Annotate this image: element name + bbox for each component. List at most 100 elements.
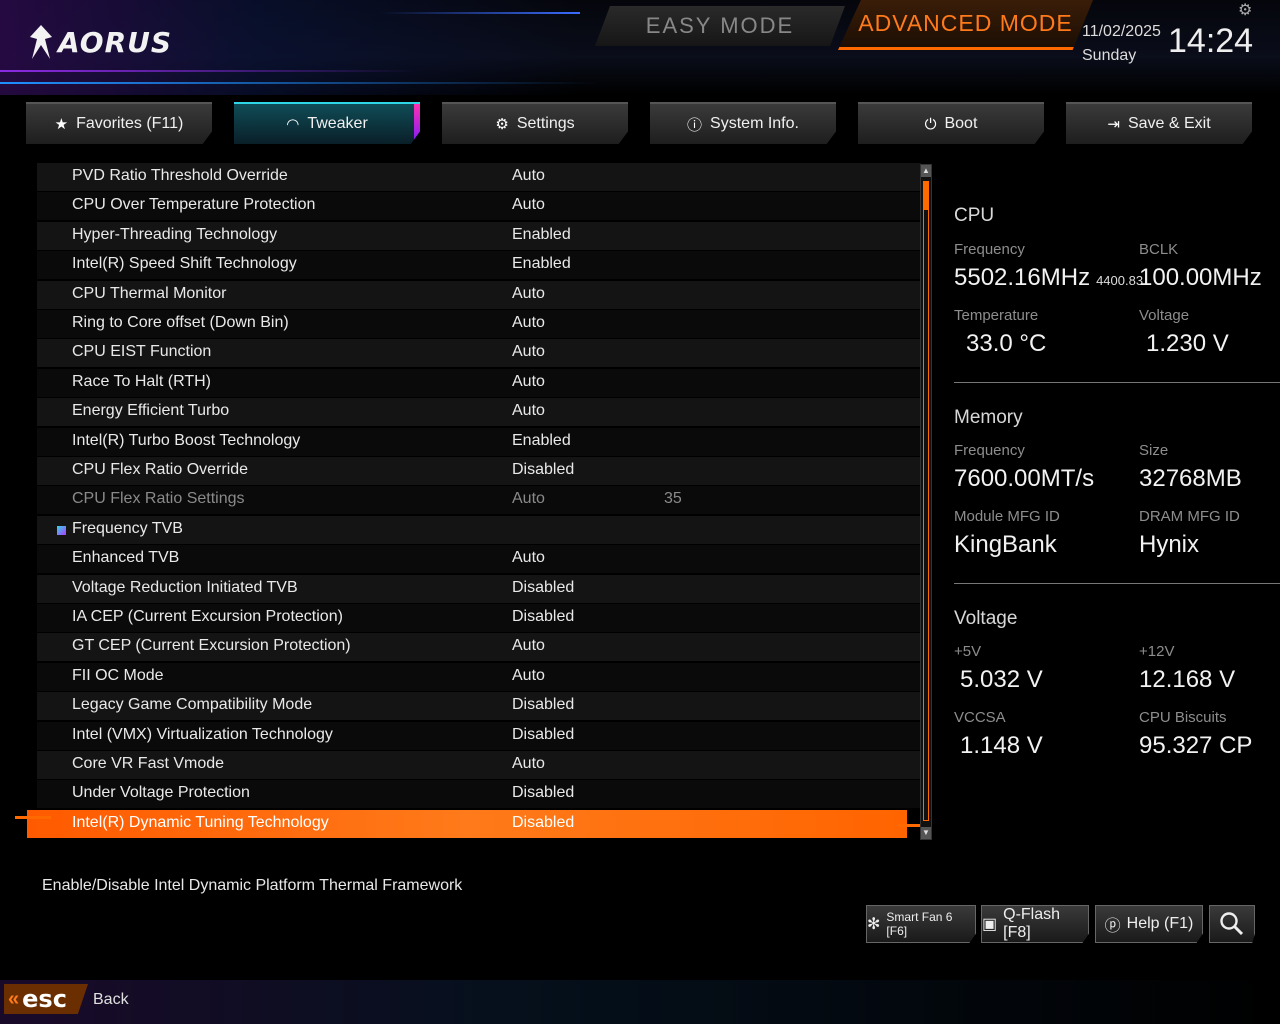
smart-fan-button[interactable]: ✻ Smart Fan 6 [F6] xyxy=(866,905,976,943)
day-text: Sunday xyxy=(1082,47,1137,64)
settings-row[interactable]: Core VR Fast Vmode Auto xyxy=(37,751,921,779)
tab-label: System Info. xyxy=(710,115,799,132)
cpu-biscuits-value: 95.327 CP xyxy=(1139,732,1253,759)
memory-frequency-label: Frequency xyxy=(954,442,1025,459)
settings-row[interactable]: Intel (VMX) Virtualization Technology Dis… xyxy=(37,722,921,750)
setting-value[interactable]: Disabled xyxy=(512,696,574,714)
settings-row[interactable]: Enhanced TVB Auto xyxy=(37,545,921,573)
setting-label: GT CEP (Current Excursion Protection) xyxy=(72,637,351,654)
esc-key-label: esc xyxy=(22,985,67,1013)
scrollbar[interactable]: ▲ ▼ xyxy=(920,164,932,840)
tab-boot[interactable]: ⏻ Boot xyxy=(858,102,1044,144)
setting-label: Ring to Core offset (Down Bin) xyxy=(72,314,289,331)
setting-value[interactable]: Auto xyxy=(512,667,545,685)
setting-value[interactable]: Auto xyxy=(512,755,545,773)
setting-value[interactable]: Auto xyxy=(512,402,545,420)
scrollbar-thumb[interactable] xyxy=(924,182,928,210)
setting-value[interactable]: Disabled xyxy=(512,579,574,597)
settings-row[interactable]: Energy Efficient Turbo Auto xyxy=(37,398,921,426)
cpu-biscuits-label: CPU Biscuits xyxy=(1139,709,1227,726)
info-icon: ⓘ xyxy=(687,116,703,134)
settings-row[interactable]: Intel(R) Dynamic Tuning Technology Disabl… xyxy=(15,810,927,838)
setting-value[interactable]: Auto xyxy=(512,167,545,185)
cpu-temperature-value: 33.0 °C xyxy=(966,330,1047,357)
tab-save-exit[interactable]: ⇥ Save & Exit xyxy=(1066,102,1252,144)
settings-row[interactable]: Hyper-Threading Technology Enabled xyxy=(37,222,921,250)
settings-row[interactable]: CPU Over Temperature Protection Auto xyxy=(37,192,921,220)
setting-value[interactable]: Disabled xyxy=(512,814,574,832)
hardware-monitor-panel: CPU Frequency 5502.16MHz 4400.83 BCLK 100… xyxy=(940,163,1280,843)
settings-row[interactable]: IA CEP (Current Excursion Protection) Dis… xyxy=(37,604,921,632)
easy-mode-button[interactable]: EASY MODE xyxy=(595,6,845,46)
settings-row[interactable]: PVD Ratio Threshold Override Auto xyxy=(37,163,921,191)
setting-value[interactable]: Disabled xyxy=(512,726,574,744)
gear-icon: ⚙ xyxy=(495,116,509,133)
tab-system-info[interactable]: ⓘ System Info. xyxy=(650,102,836,144)
gear-icon[interactable]: ⚙ xyxy=(1238,0,1252,20)
decor-streak xyxy=(0,82,600,84)
setting-value[interactable]: Disabled xyxy=(512,784,574,802)
setting-label: Legacy Game Compatibility Mode xyxy=(72,696,313,713)
settings-row[interactable]: GT CEP (Current Excursion Protection) Aut… xyxy=(37,633,921,661)
settings-list: PVD Ratio Threshold Override Auto CPU Over… xyxy=(15,163,927,838)
double-chevron-left-icon: « xyxy=(8,987,20,1010)
setting-value[interactable]: Enabled xyxy=(512,255,571,273)
setting-value[interactable]: Auto xyxy=(512,373,545,391)
vccsa-value: 1.148 V xyxy=(960,732,1043,759)
esc-button[interactable]: « esc xyxy=(4,984,88,1014)
settings-row[interactable]: Ring to Core offset (Down Bin) Auto xyxy=(37,310,921,338)
settings-section-header[interactable]: Frequency TVB xyxy=(37,516,921,544)
setting-label: Intel (VMX) Virtualization Technology xyxy=(72,726,333,743)
bclk-value: 100.00MHz xyxy=(1139,264,1262,291)
settings-row[interactable]: Legacy Game Compatibility Mode Disabled xyxy=(37,692,921,720)
scroll-up-arrow-icon[interactable]: ▲ xyxy=(921,165,931,177)
help-button[interactable]: ⓟ Help (F1) xyxy=(1095,905,1203,943)
setting-value[interactable]: Auto xyxy=(512,285,545,303)
back-label[interactable]: Back xyxy=(93,991,129,1009)
exit-icon: ⇥ xyxy=(1107,116,1120,133)
setting-value[interactable]: Auto xyxy=(512,343,545,361)
qflash-button[interactable]: ▣ Q-Flash [F8] xyxy=(981,905,1089,943)
tab-favorites[interactable]: ★ Favorites (F11) xyxy=(26,102,212,144)
scrollbar-track[interactable] xyxy=(923,181,929,821)
setting-value[interactable]: Auto xyxy=(512,314,545,332)
setting-value[interactable]: Auto xyxy=(512,549,545,567)
cpu-frequency-label: Frequency xyxy=(954,241,1025,258)
search-button[interactable] xyxy=(1209,905,1255,943)
settings-row[interactable]: FII OC Mode Auto xyxy=(37,663,921,691)
setting-value[interactable]: Disabled xyxy=(512,461,574,479)
scroll-down-arrow-icon[interactable]: ▼ xyxy=(921,827,931,839)
search-icon xyxy=(1220,912,1244,936)
setting-label: Enhanced TVB xyxy=(72,549,180,566)
settings-row[interactable]: Intel(R) Speed Shift Technology Enabled xyxy=(37,251,921,279)
settings-row[interactable]: Under Voltage Protection Disabled xyxy=(37,780,921,808)
settings-row[interactable]: Voltage Reduction Initiated TVB Disabled xyxy=(37,575,921,603)
setting-value[interactable]: Enabled xyxy=(512,226,571,244)
power-icon: ⏻ xyxy=(924,115,937,133)
settings-row[interactable]: CPU EIST Function Auto xyxy=(37,339,921,367)
setting-label: IA CEP (Current Excursion Protection) xyxy=(72,608,343,625)
setting-value: Auto xyxy=(512,490,545,507)
tab-settings[interactable]: ⚙ Settings xyxy=(442,102,628,144)
settings-row[interactable]: Intel(R) Turbo Boost Technology Enabled xyxy=(37,428,921,456)
decor-streak xyxy=(380,12,580,14)
date-display: 11/02/2025 Sunday xyxy=(1082,20,1161,68)
clock-time: 14:24 xyxy=(1168,22,1254,60)
advanced-mode-button[interactable]: ADVANCED MODE xyxy=(838,0,1093,50)
tab-label: Settings xyxy=(516,115,575,132)
setting-value[interactable]: Auto xyxy=(512,196,545,214)
settings-row[interactable]: Race To Halt (RTH) Auto xyxy=(37,369,921,397)
section-divider xyxy=(954,583,1280,584)
v12-label: +12V xyxy=(1139,643,1175,660)
settings-row[interactable]: CPU Thermal Monitor Auto xyxy=(37,281,921,309)
setting-value[interactable]: Auto xyxy=(512,637,545,655)
setting-value[interactable]: Disabled xyxy=(512,608,574,626)
vccsa-label: VCCSA xyxy=(954,709,1006,726)
settings-row[interactable]: CPU Flex Ratio Override Disabled xyxy=(37,457,921,485)
setting-value[interactable]: Enabled xyxy=(512,432,571,450)
setting-value-secondary: 35 xyxy=(664,490,682,507)
fan-icon: ✻ xyxy=(867,916,881,933)
tab-tweaker[interactable]: ◠ Tweaker xyxy=(234,102,420,144)
tab-label: Boot xyxy=(944,115,978,132)
bclk-label: BCLK xyxy=(1139,241,1179,258)
